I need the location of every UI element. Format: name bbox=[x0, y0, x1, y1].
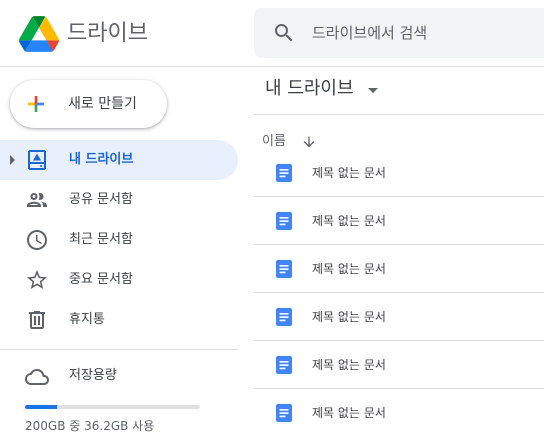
title-divider bbox=[254, 114, 544, 115]
file-row[interactable]: 제목 없는 문서 bbox=[254, 197, 544, 245]
file-name: 제목 없는 문서 bbox=[312, 214, 386, 228]
search-icon[interactable] bbox=[272, 21, 296, 45]
file-name: 제목 없는 문서 bbox=[312, 166, 386, 180]
new-button-label: 새로 만들기 bbox=[68, 96, 137, 112]
clock-icon bbox=[27, 230, 47, 250]
top-bar: 드라이브 드라이브에서 검색 bbox=[0, 0, 544, 67]
cloud-icon bbox=[25, 369, 49, 385]
storage-progress-bar bbox=[25, 405, 200, 409]
app-title: 드라이브 bbox=[67, 21, 148, 46]
sidebar-divider bbox=[0, 349, 238, 350]
sidebar-item-label: 최근 문서함 bbox=[69, 232, 133, 247]
people-icon bbox=[27, 193, 47, 207]
file-name: 제목 없는 문서 bbox=[312, 358, 386, 372]
file-name: 제목 없는 문서 bbox=[312, 406, 386, 420]
file-row[interactable]: 제목 없는 문서 bbox=[254, 341, 544, 389]
sidebar-item-label: 휴지통 bbox=[69, 312, 105, 327]
google-docs-icon bbox=[276, 212, 292, 230]
arrow-down-icon[interactable] bbox=[301, 134, 317, 150]
star-icon bbox=[27, 270, 47, 289]
google-drive-logo[interactable] bbox=[19, 16, 59, 52]
trash-icon bbox=[29, 311, 45, 329]
my-drive-icon bbox=[28, 150, 46, 170]
main-content: 내 드라이브 이름 제목 없는 문서 제목 없는 문서 제목 없는 문서 제목 없는 … bbox=[254, 67, 544, 434]
sidebar-item-shared[interactable]: 공유 문서함 bbox=[0, 180, 238, 220]
storage-progress-fill bbox=[25, 405, 57, 409]
sidebar-item-trash[interactable]: 휴지통 bbox=[0, 300, 238, 340]
new-button[interactable]: 새로 만들기 bbox=[10, 80, 167, 128]
search-bar[interactable]: 드라이브에서 검색 bbox=[254, 8, 544, 58]
file-row[interactable]: 제목 없는 문서 bbox=[254, 293, 544, 341]
plus-icon bbox=[28, 96, 44, 112]
file-name: 제목 없는 문서 bbox=[312, 262, 386, 276]
file-row[interactable]: 제목 없는 문서 bbox=[254, 389, 544, 434]
sidebar-item-label: 중요 문서함 bbox=[69, 272, 133, 287]
sidebar-item-label: 공유 문서함 bbox=[69, 192, 133, 207]
chevron-down-icon[interactable] bbox=[368, 88, 378, 93]
sidebar-item-recent[interactable]: 최근 문서함 bbox=[0, 220, 238, 260]
google-docs-icon bbox=[276, 356, 292, 374]
file-name: 제목 없는 문서 bbox=[312, 310, 386, 324]
google-docs-icon bbox=[276, 260, 292, 278]
sidebar-item-my-drive[interactable]: 내 드라이브 bbox=[0, 140, 238, 180]
sidebar-item-starred[interactable]: 중요 문서함 bbox=[0, 260, 238, 300]
expand-caret-icon[interactable] bbox=[10, 155, 15, 165]
google-docs-icon bbox=[276, 404, 292, 422]
google-docs-icon bbox=[276, 164, 292, 182]
file-row[interactable]: 제목 없는 문서 bbox=[254, 149, 544, 197]
sidebar-item-label: 내 드라이브 bbox=[69, 152, 134, 167]
search-input[interactable]: 드라이브에서 검색 bbox=[312, 8, 427, 58]
storage-usage-text: 200GB 중 36.2GB 사용 bbox=[25, 419, 155, 433]
storage-link[interactable]: 저장용량 bbox=[69, 366, 117, 386]
page-title[interactable]: 내 드라이브 bbox=[265, 77, 354, 101]
google-docs-icon bbox=[276, 308, 292, 326]
file-row[interactable]: 제목 없는 문서 bbox=[254, 245, 544, 293]
